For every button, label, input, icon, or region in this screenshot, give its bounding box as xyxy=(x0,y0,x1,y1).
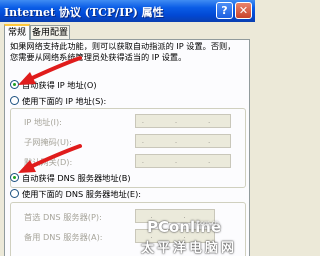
alternate-dns-label: 备用 DNS 服务器(A): xyxy=(24,232,103,242)
annotation-arrow-ip xyxy=(18,56,82,85)
preferred-dns-label: 首选 DNS 服务器(P): xyxy=(24,212,102,222)
pconline-watermark: PConline com.cn 太平洋电脑网 xyxy=(141,218,249,256)
ip-address-label: IP 地址(I): xyxy=(24,117,62,127)
annotation-arrow-dns xyxy=(18,144,82,173)
manual-dns-label: 使用下面的 DNS 服务器地址(E): xyxy=(22,189,142,199)
watermark-chinese: 太平洋电脑网 xyxy=(141,241,238,256)
default-gateway-field[interactable]: . . . xyxy=(135,154,231,168)
manual-ip-radio[interactable] xyxy=(10,96,19,105)
close-button[interactable]: ✕ xyxy=(235,2,252,19)
description-line-1: 如果网络支持此功能，则可以获取自动指派的 IP 设置。否则， xyxy=(10,41,236,51)
help-button[interactable]: ? xyxy=(216,2,233,19)
ip-address-field[interactable]: . . . xyxy=(135,114,231,128)
tab-alternate-config[interactable]: 备用配置 xyxy=(30,25,70,39)
watermark-domain: com.cn xyxy=(197,220,219,227)
manual-dns-option[interactable]: 使用下面的 DNS 服务器地址(E): xyxy=(10,188,141,200)
title-bar[interactable]: Internet 协议 (TCP/IP) 属性 ? ✕ xyxy=(0,0,255,22)
tcpip-properties-window: Internet 协议 (TCP/IP) 属性 ? ✕ 常规 备用配置 如果网络… xyxy=(0,0,255,256)
tab-general[interactable]: 常规 xyxy=(4,24,30,40)
manual-ip-option[interactable]: 使用下面的 IP 地址(S): xyxy=(10,95,106,107)
subnet-mask-field[interactable]: . . . xyxy=(135,134,231,148)
window-title: Internet 协议 (TCP/IP) 属性 xyxy=(4,6,164,19)
manual-dns-radio[interactable] xyxy=(10,189,19,198)
manual-ip-label: 使用下面的 IP 地址(S): xyxy=(22,96,107,106)
